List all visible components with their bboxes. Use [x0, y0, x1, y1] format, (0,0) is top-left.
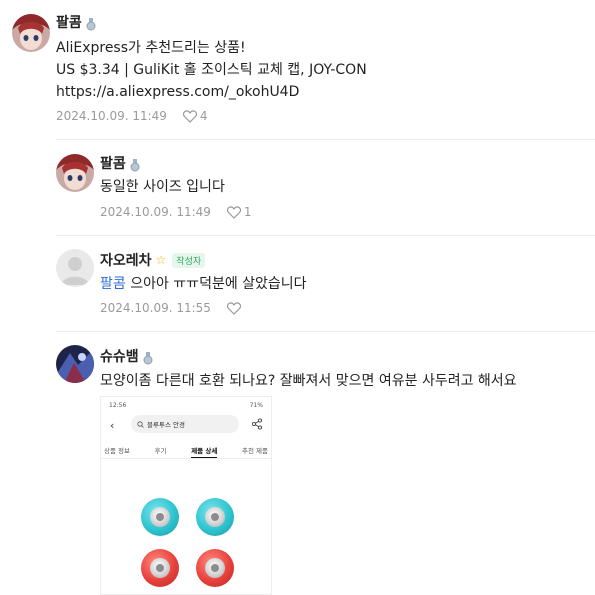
avatar[interactable] [56, 249, 94, 287]
comment-text: 팔콤 으아아 ㅠㅠ덕분에 살았습니다 [100, 273, 307, 295]
like-button[interactable]: 4 [182, 109, 208, 123]
comment-line: US $3.34 | GuliKit 홀 조이스틱 교체 캡, JOY-CON [56, 62, 367, 78]
comment-line: AliExpress가 추천드리는 상품! [56, 40, 246, 56]
avatar[interactable] [56, 345, 94, 383]
like-button[interactable] [226, 301, 244, 315]
tab-divider [101, 458, 271, 459]
avatar[interactable] [12, 14, 50, 52]
author-name[interactable]: 팔콤 [100, 153, 126, 173]
status-bar: 12:56 71% [109, 402, 263, 409]
like-count: 1 [243, 205, 252, 219]
search-icon [137, 420, 144, 428]
tab-product-detail: 제품 상세 [191, 445, 218, 458]
status-time: 12:56 [109, 402, 127, 409]
comment-text: AliExpress가 추천드리는 상품! US $3.34 | GuliKit… [56, 37, 367, 103]
like-count: 4 [199, 109, 208, 123]
attached-image[interactable]: 12:56 71% ‹ 블루투스 안경 상품 정보 후기 제품 상세 추천 제품 [100, 396, 272, 595]
like-button[interactable]: 1 [226, 205, 252, 219]
status-battery: 71% [249, 402, 263, 409]
comment-date: 2024.10.09. 11:55 [100, 301, 211, 315]
author-badge: 작성자 [172, 252, 206, 268]
medal-icon [143, 350, 153, 364]
mention-link[interactable]: 팔콤 [100, 276, 126, 292]
author-name[interactable]: 팔콤 [56, 12, 82, 32]
heart-icon [182, 109, 197, 123]
medal-icon [86, 16, 96, 30]
comment-date: 2024.10.09. 11:49 [56, 109, 167, 123]
comment-date: 2024.10.09. 11:49 [100, 205, 211, 219]
comment-text: 동일한 사이즈 입니다 [100, 179, 225, 195]
divider [56, 331, 595, 332]
share-icon [251, 418, 263, 430]
avatar[interactable] [56, 154, 94, 192]
divider [56, 235, 595, 236]
search-box: 블루투스 안경 [131, 415, 239, 433]
divider [56, 139, 595, 140]
search-text: 블루투스 안경 [147, 421, 185, 429]
tab-reviews: 후기 [154, 447, 167, 455]
product-tabs: 상품 정보 후기 제품 상세 추천 제품 [104, 445, 268, 458]
heart-icon [226, 205, 241, 219]
red-cap [196, 549, 234, 587]
author-name[interactable]: 자오레차 [100, 250, 152, 270]
heart-icon [226, 301, 241, 315]
comment-link[interactable]: https://a.aliexpress.com/_okohU4D [56, 81, 367, 103]
comment-body: 으아아 ㅠㅠ덕분에 살았습니다 [125, 276, 307, 292]
back-arrow-icon: ‹ [110, 419, 115, 432]
red-cap [141, 549, 179, 587]
tab-product-info: 상품 정보 [104, 447, 130, 455]
teal-cap [196, 498, 234, 536]
tab-recommended: 추천 제품 [241, 447, 268, 455]
star-icon: ☆ [155, 253, 167, 267]
default-avatar-icon [61, 257, 89, 285]
teal-cap [141, 498, 179, 536]
medal-icon [130, 157, 140, 171]
author-name[interactable]: 슈슈뱀 [100, 346, 139, 366]
comment-text: 모양이좀 다른대 호환 되나요? 잘빠져서 맞으면 여유분 사두려고 해서요 [100, 373, 517, 389]
